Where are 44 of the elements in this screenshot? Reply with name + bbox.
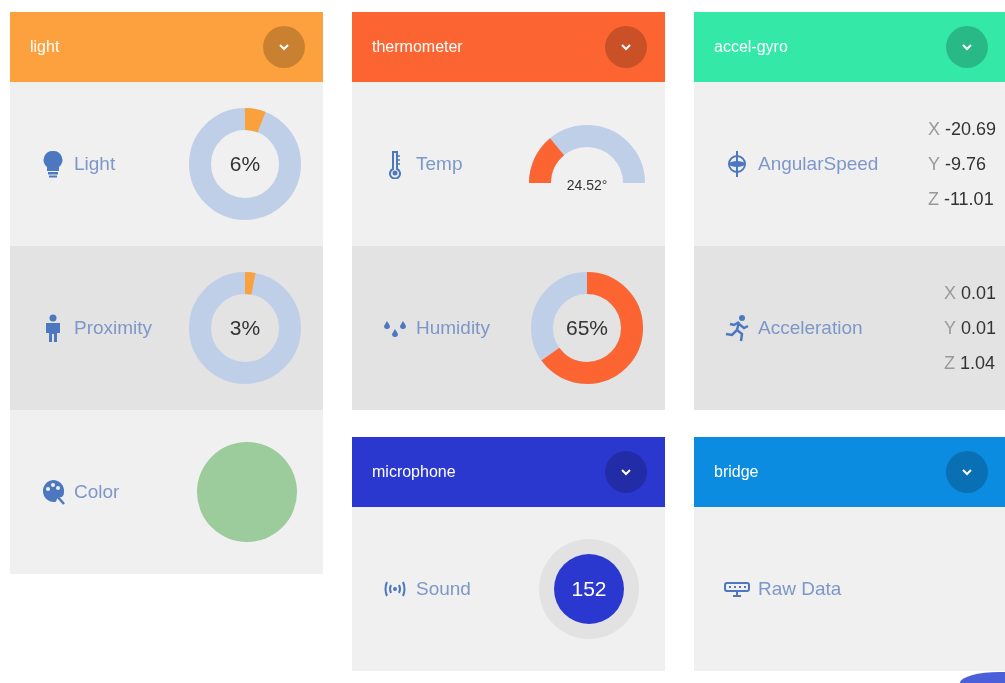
expand-button[interactable] bbox=[605, 451, 647, 493]
fab-button[interactable] bbox=[960, 672, 1005, 683]
sensor-label: Acceleration bbox=[758, 317, 863, 339]
card-title: accel-gyro bbox=[714, 38, 788, 56]
sound-value: 152 bbox=[554, 554, 624, 624]
axis-value: 0.01 bbox=[960, 317, 996, 339]
sensor-label: Proximity bbox=[74, 317, 153, 339]
axis-value: 0.01 bbox=[960, 282, 996, 304]
axis-name: Z bbox=[943, 352, 955, 374]
expand-button[interactable] bbox=[605, 26, 647, 68]
sensor-label: Sound bbox=[416, 578, 471, 600]
card-title: light bbox=[30, 38, 60, 56]
chevron-icon bbox=[961, 468, 973, 476]
sensor-label: Humidity bbox=[416, 317, 490, 339]
sensor-label: Raw Data bbox=[758, 578, 842, 600]
card-title: microphone bbox=[372, 463, 456, 481]
chevron-icon bbox=[620, 468, 632, 476]
axis-name: X bbox=[927, 118, 940, 140]
chevron-icon bbox=[961, 43, 973, 51]
axis-name: Y bbox=[943, 317, 956, 339]
card-title: thermometer bbox=[372, 38, 463, 56]
runner-icon bbox=[724, 313, 750, 343]
axis-name: Z bbox=[927, 188, 939, 210]
palette-icon bbox=[40, 477, 66, 507]
reading: 65% bbox=[566, 316, 608, 340]
axis-value: -9.76 bbox=[944, 153, 986, 175]
chevron-icon bbox=[620, 43, 632, 51]
axis-name: Y bbox=[927, 153, 940, 175]
axis-name: X bbox=[943, 282, 956, 304]
axis-value: 1.04 bbox=[959, 352, 995, 374]
reading: 6% bbox=[229, 152, 261, 176]
axis-value: -20.69 bbox=[944, 118, 996, 140]
expand-button[interactable] bbox=[946, 451, 988, 493]
chevron-icon bbox=[278, 43, 290, 51]
card-title: bridge bbox=[714, 463, 759, 481]
axis-value: -11.01 bbox=[943, 188, 994, 210]
sensor-label: Color bbox=[74, 481, 120, 503]
sensor-label: Light bbox=[74, 153, 116, 175]
reading: 24.52° bbox=[566, 177, 608, 193]
reading: 3% bbox=[229, 316, 261, 340]
sensor-label: AngularSpeed bbox=[758, 153, 879, 175]
expand-button[interactable] bbox=[263, 26, 305, 68]
sensor-label: Temp bbox=[416, 153, 463, 175]
expand-button[interactable] bbox=[946, 26, 988, 68]
